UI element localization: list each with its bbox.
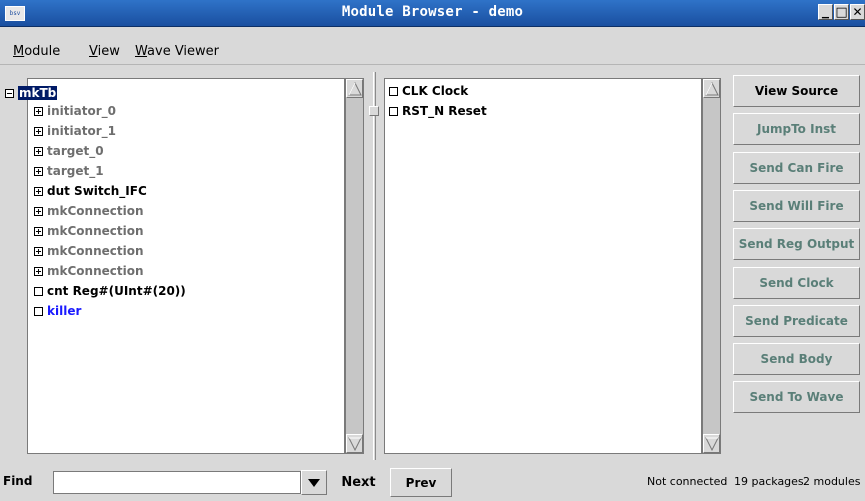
tree-item[interactable]: mkConnection (34, 262, 144, 280)
action-button-label: Send Will Fire (749, 198, 844, 213)
send-reg-output-button[interactable]: Send Reg Output (733, 228, 860, 261)
expand-icon[interactable] (34, 246, 43, 256)
sash-handle[interactable] (369, 106, 379, 116)
send-predicate-button[interactable]: Send Predicate (733, 304, 860, 337)
signal-scroll-down-button[interactable] (703, 434, 720, 453)
tree-item[interactable]: mkConnection (34, 242, 144, 260)
pane-divider-shadow (375, 72, 376, 460)
menu-view[interactable]: View (89, 44, 120, 59)
tree-root[interactable]: mkTb (5, 84, 58, 102)
pane-divider[interactable] (373, 72, 374, 460)
action-button-label: Send Reg Output (738, 237, 855, 252)
action-button-label: Send Predicate (745, 313, 848, 328)
menu-bar: Module View Wave Viewer (0, 27, 865, 65)
tree-scrollbar[interactable] (345, 78, 364, 454)
tree-item-label: mkConnection (47, 204, 144, 218)
down-arrow-icon (704, 437, 719, 451)
tree-item-label: mkConnection (47, 264, 144, 278)
module-tree-pane[interactable]: mkTb initiator_0 initiator_1 target_0targe… (5, 78, 345, 454)
leaf-icon (34, 306, 43, 316)
chevron-down-icon (308, 478, 320, 487)
leaf-icon (34, 286, 43, 296)
tree-root-label: mkTb (18, 86, 58, 100)
signal-item-label: RST_N Reset (402, 104, 487, 118)
up-arrow-icon (347, 81, 362, 95)
signal-scrollbar[interactable] (702, 78, 721, 454)
tree-item[interactable]: cnt Reg#(UInt#(20)) (34, 282, 186, 300)
down-arrow-icon (347, 437, 362, 451)
leaf-icon (389, 106, 398, 116)
module-count: 2 modules (803, 475, 861, 488)
jumpto-inst-button[interactable]: JumpTo Inst (733, 113, 860, 146)
tree-item-label: mkConnection (47, 224, 144, 238)
menu-module[interactable]: Module (13, 44, 60, 59)
tree-item-label: killer (47, 304, 82, 318)
send-body-button[interactable]: Send Body (733, 343, 860, 376)
tree-item[interactable]: mkConnection (34, 202, 144, 220)
scroll-down-button[interactable] (346, 434, 363, 453)
signal-item[interactable]: RST_N Reset (389, 102, 487, 120)
send-clock-button[interactable]: Send Clock (733, 266, 860, 299)
close-icon: ✕ (852, 5, 863, 19)
expand-icon[interactable] (34, 186, 43, 196)
action-button-label: Send To Wave (749, 390, 844, 405)
send-will-fire-button[interactable]: Send Will Fire (733, 189, 860, 222)
leaf-icon (389, 86, 398, 96)
action-button-label: View Source (754, 84, 839, 98)
send-to-wave-button[interactable]: Send To Wave (733, 381, 860, 414)
expand-icon[interactable] (34, 146, 43, 156)
expand-icon[interactable] (34, 126, 43, 136)
collapse-icon[interactable] (5, 88, 14, 98)
action-button-label: JumpTo Inst (756, 122, 836, 137)
minimize-icon: ▁ (822, 8, 829, 19)
tree-item[interactable]: killer (34, 302, 81, 320)
prev-button[interactable]: Prev (390, 468, 452, 497)
tree-item-label: initiator_1 (47, 124, 116, 138)
title-bar[interactable]: bsv Module Browser - demo ▁ □ ✕ (0, 0, 865, 27)
up-arrow-icon (704, 81, 719, 95)
tree-item-label: mkConnection (47, 244, 144, 258)
find-input[interactable] (53, 471, 301, 494)
signal-list-pane[interactable]: CLK Clock RST_N Reset (384, 78, 702, 454)
signal-item[interactable]: CLK Clock (389, 82, 468, 100)
module-browser-window: bsv Module Browser - demo ▁ □ ✕ Module V… (0, 0, 865, 501)
window-title: Module Browser - demo (341, 4, 524, 20)
maximize-icon: □ (835, 4, 848, 20)
tree-item[interactable]: initiator_0 (34, 102, 116, 120)
close-button[interactable]: ✕ (850, 4, 865, 20)
action-button-label: Send Body (760, 352, 833, 367)
tree-item[interactable]: dut Switch_IFC (34, 182, 147, 200)
tree-item-label: initiator_0 (47, 104, 116, 118)
send-can-fire-button[interactable]: Send Can Fire (733, 151, 860, 184)
tree-item-label: cnt Reg#(UInt#(20)) (47, 284, 186, 298)
find-history-dropdown[interactable] (301, 470, 327, 495)
tree-item[interactable]: mkConnection (34, 222, 144, 240)
tree-item[interactable]: target_1 (34, 162, 104, 180)
menu-wave-viewer[interactable]: Wave Viewer (135, 44, 219, 59)
package-count: 19 packages (734, 475, 804, 488)
expand-icon[interactable] (34, 266, 43, 276)
view-source-button[interactable]: View Source (733, 75, 860, 107)
scroll-up-button[interactable] (346, 79, 363, 98)
next-button[interactable]: Next (330, 468, 387, 497)
tree-item[interactable]: target_0 (34, 142, 104, 160)
minimize-button[interactable]: ▁ (818, 4, 833, 20)
expand-icon[interactable] (34, 106, 43, 116)
maximize-button[interactable]: □ (834, 4, 849, 20)
find-label: Find (3, 474, 33, 488)
tree-item-label: target_1 (47, 164, 104, 178)
tree-item-label: target_0 (47, 144, 104, 158)
expand-icon[interactable] (34, 206, 43, 216)
signal-item-label: CLK Clock (402, 84, 469, 98)
signal-scroll-up-button[interactable] (703, 79, 720, 98)
expand-icon[interactable] (34, 166, 43, 176)
tree-item[interactable]: initiator_1 (34, 122, 116, 140)
connection-status: Not connected (647, 475, 728, 488)
action-button-label: Send Clock (759, 275, 834, 290)
action-button-label: Send Can Fire (749, 160, 844, 175)
expand-icon[interactable] (34, 226, 43, 236)
tree-item-label: dut Switch_IFC (47, 184, 147, 198)
